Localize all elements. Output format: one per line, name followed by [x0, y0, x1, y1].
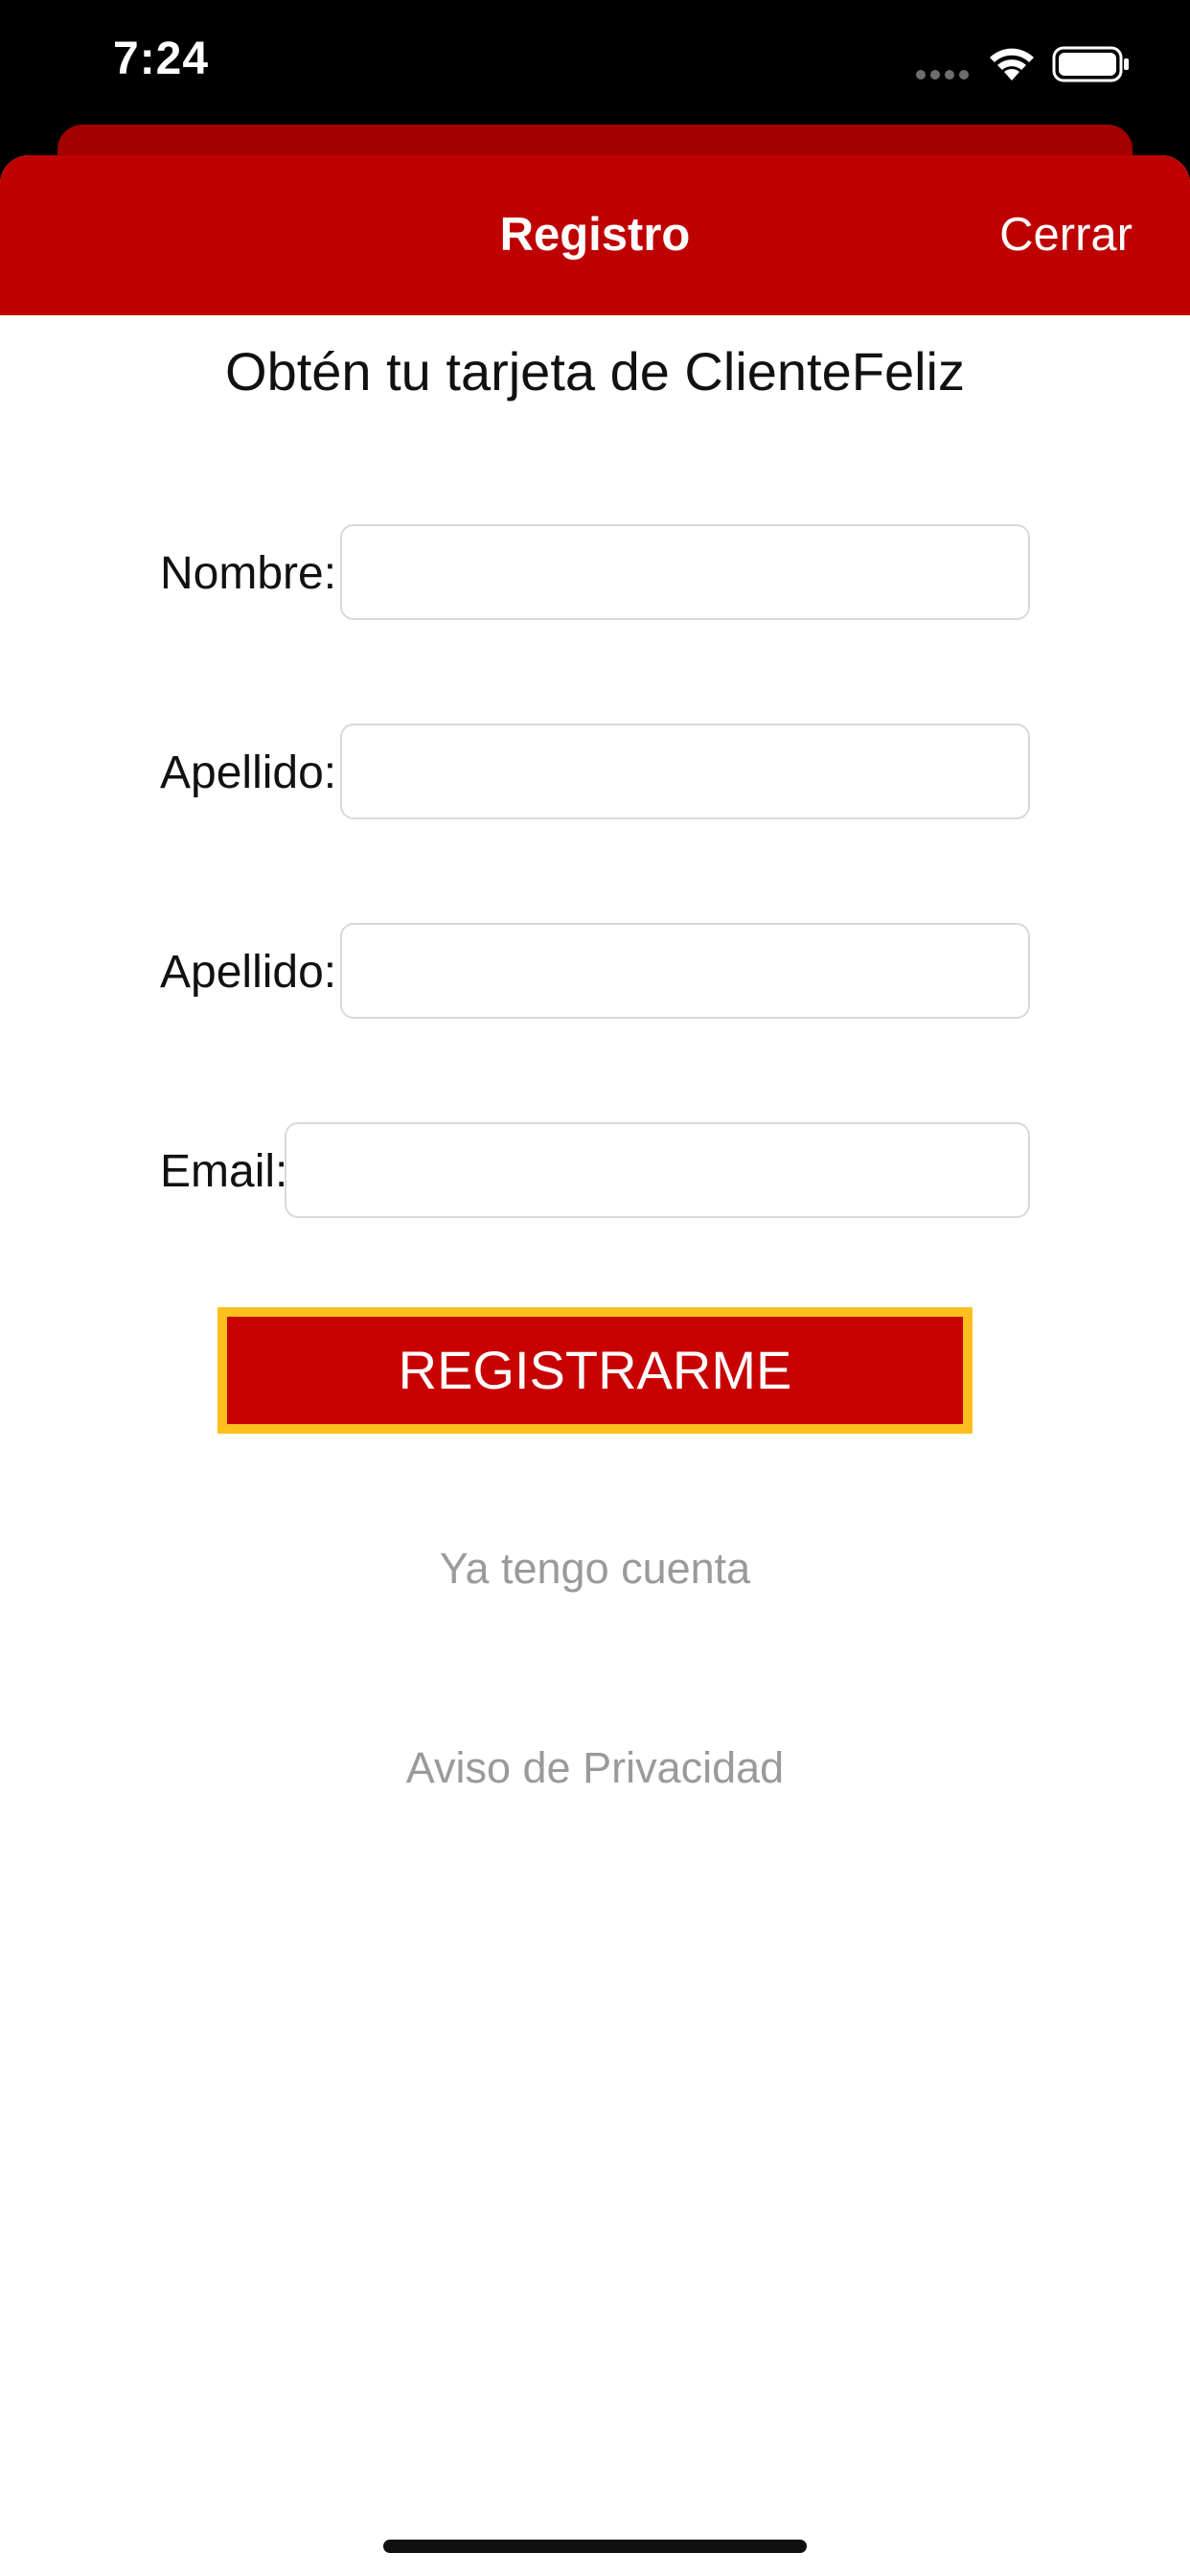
- navigation-bar: Registro Cerrar: [0, 155, 1190, 315]
- status-bar: 7:24: [0, 0, 1190, 125]
- close-button[interactable]: Cerrar: [999, 208, 1133, 262]
- first-name-input[interactable]: [340, 524, 1030, 620]
- last-name-label: Apellido:: [160, 748, 337, 798]
- registration-sheet: Registro Cerrar Obtén tu tarjeta de Clie…: [0, 155, 1190, 2576]
- second-last-name-input[interactable]: [340, 923, 1030, 1019]
- signal-icon: [916, 70, 969, 80]
- email-label: Email:: [160, 1146, 288, 1197]
- have-account-link[interactable]: Ya tengo cuenta: [0, 1544, 1190, 1594]
- wifi-icon: [990, 48, 1034, 80]
- register-button[interactable]: REGISTRARME: [217, 1307, 973, 1434]
- second-last-name-label: Apellido:: [160, 947, 337, 998]
- page-heading: Obtén tu tarjeta de ClienteFeliz: [225, 341, 965, 402]
- status-time: 7:24: [113, 34, 210, 84]
- battery-icon: [1052, 46, 1129, 82]
- last-name-input[interactable]: [340, 724, 1030, 819]
- app-screen: 7:24 Registro Cerrar Obtén tu tarjeta de…: [0, 0, 1190, 2576]
- privacy-notice-link[interactable]: Aviso de Privacidad: [0, 1743, 1190, 1793]
- home-indicator: [383, 2540, 807, 2553]
- email-input[interactable]: [285, 1122, 1030, 1218]
- first-name-label: Nombre:: [160, 548, 337, 599]
